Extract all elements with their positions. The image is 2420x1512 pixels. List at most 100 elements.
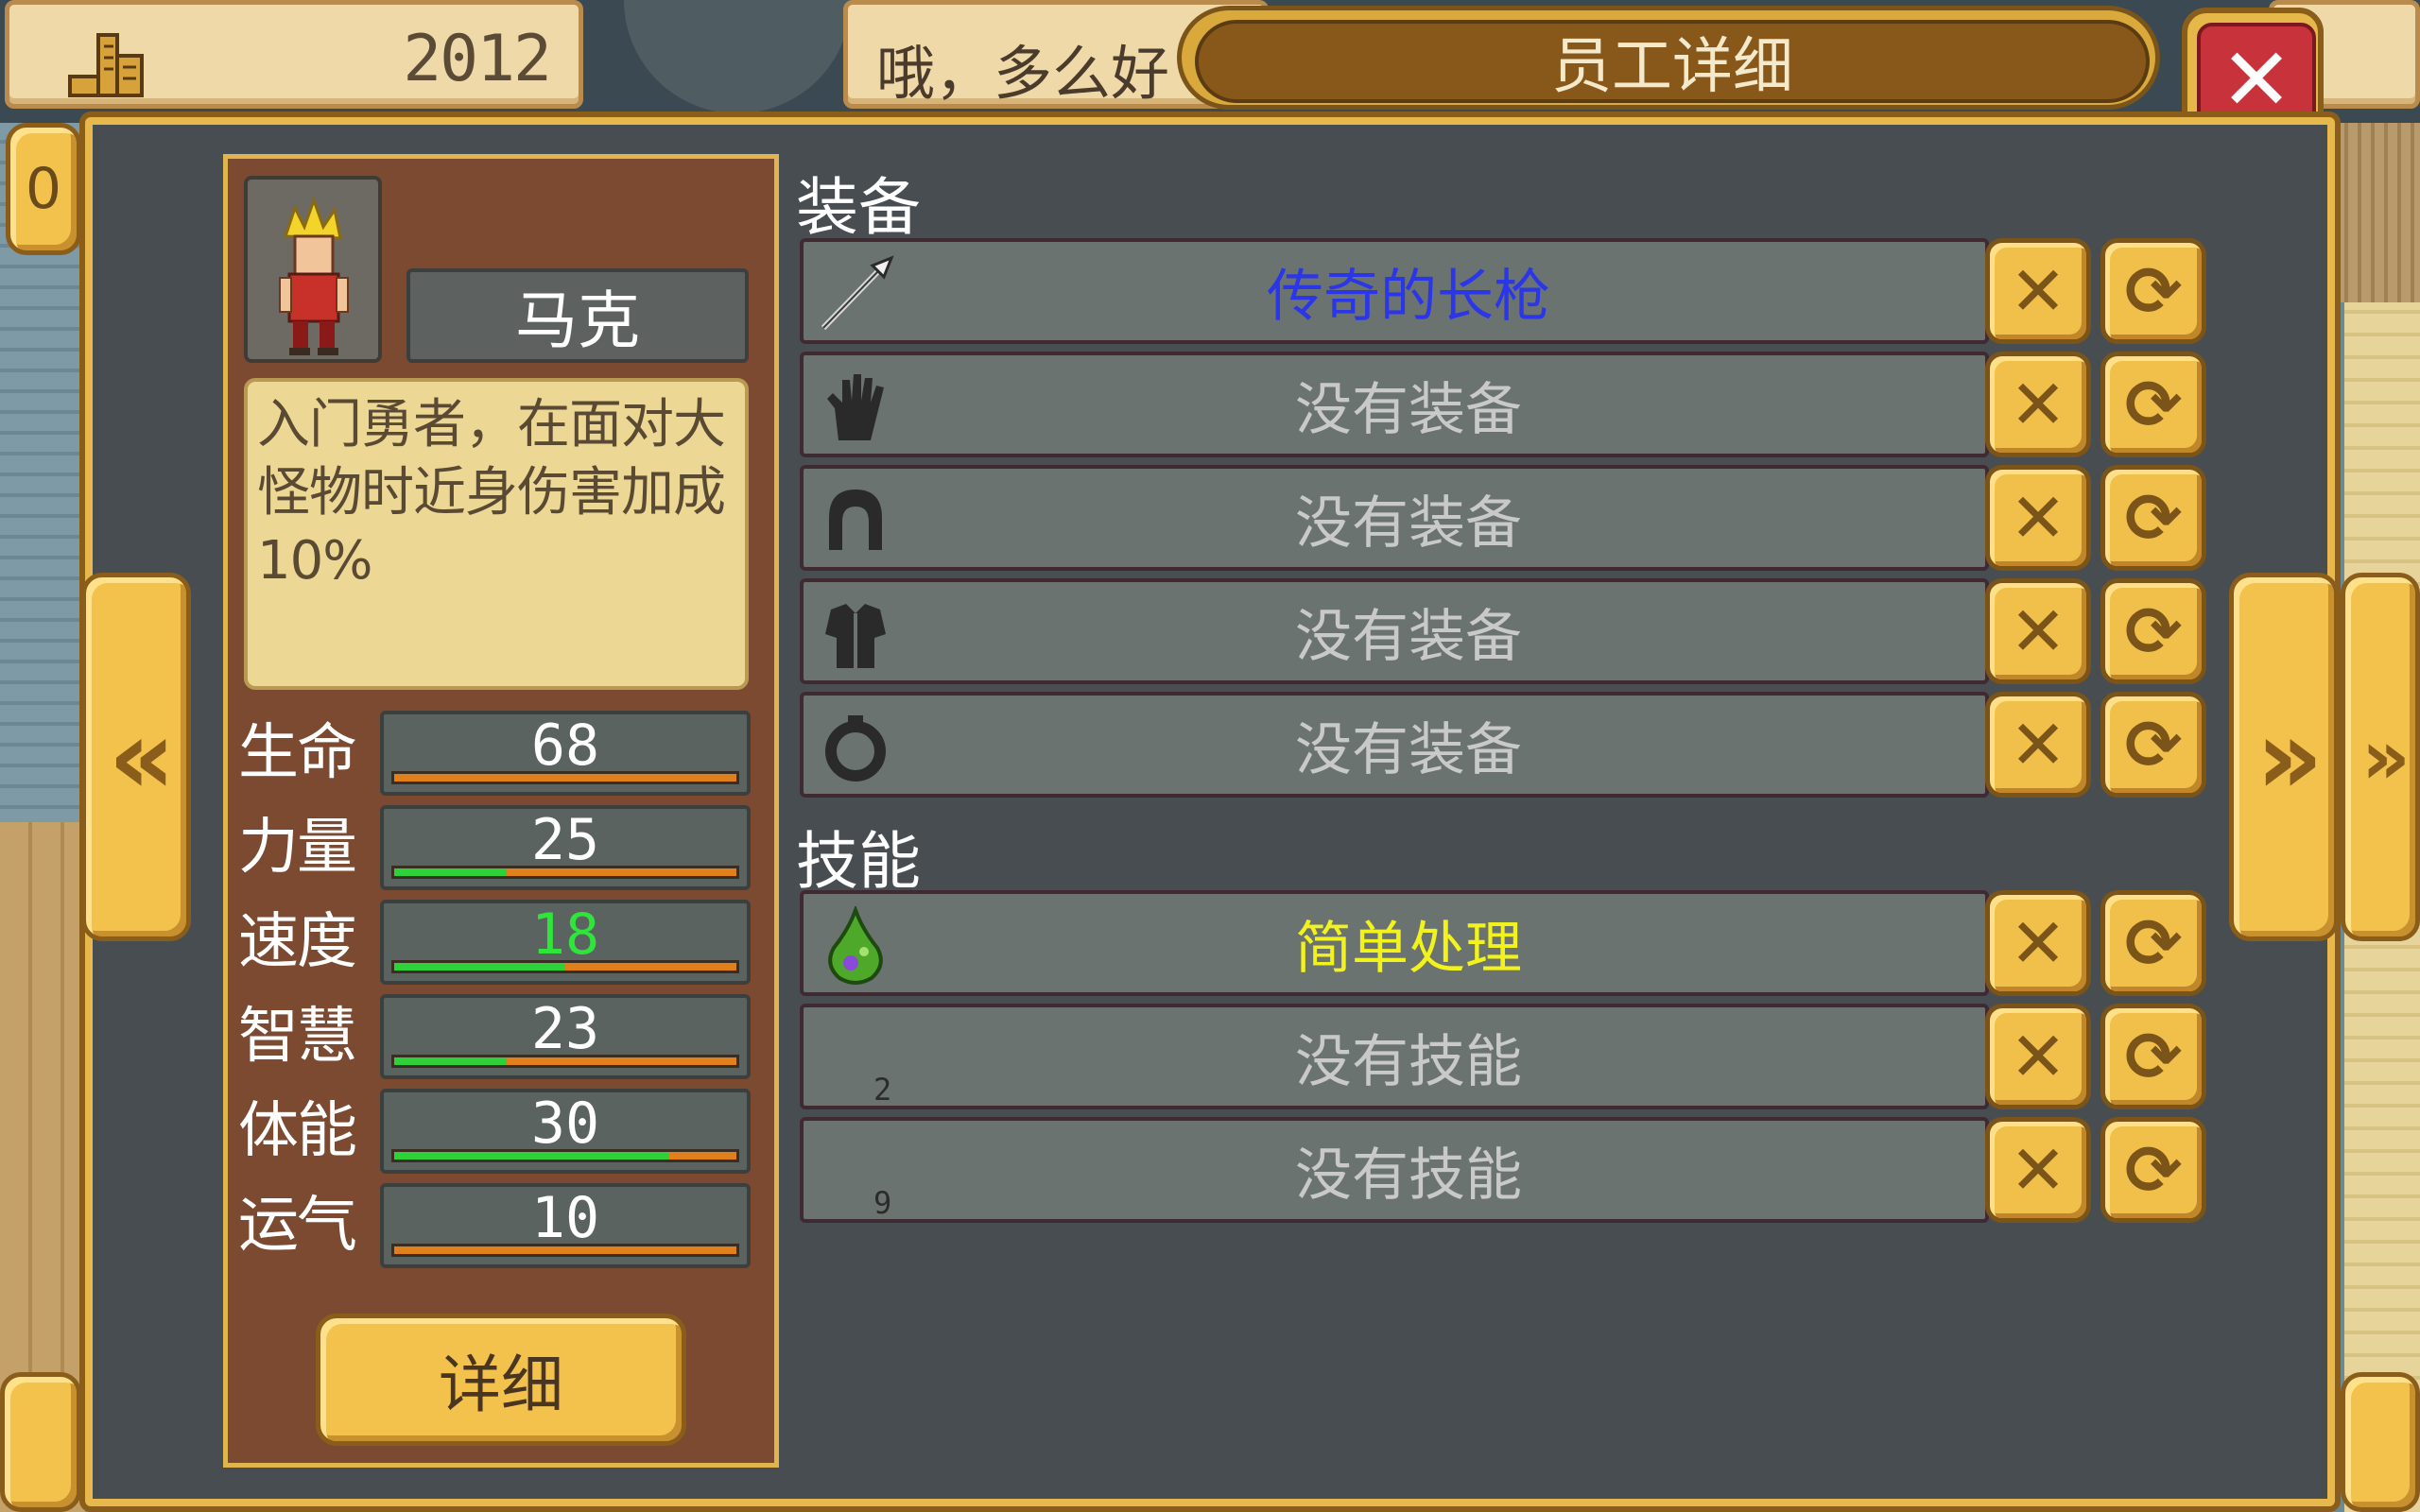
dialog-title-bar: 员工详细 bbox=[1177, 6, 2160, 110]
detail-button-label: 详细 bbox=[439, 1349, 563, 1421]
city-building-icon bbox=[68, 33, 144, 97]
equipment-name-0: 传奇的长枪 bbox=[1267, 263, 1550, 330]
remove-x-icon: ✕ bbox=[2009, 478, 2067, 558]
stat-bar-0 bbox=[391, 771, 739, 784]
equipment-remove-button-3[interactable]: ✕ bbox=[1985, 578, 2091, 684]
swap-icon: ⟳ bbox=[2124, 903, 2183, 983]
equipment-row-3[interactable]: 没有装备 bbox=[800, 578, 1989, 684]
double-chevron-left-icon: « bbox=[108, 696, 175, 817]
year-box: 2012 bbox=[5, 0, 583, 109]
skill-remove-button-2[interactable]: ✕ bbox=[1985, 1117, 2091, 1223]
stat-label-0: 生命 bbox=[238, 718, 357, 788]
skill-row-2[interactable]: 9 没有技能 bbox=[800, 1117, 1989, 1223]
equipment-remove-button-0[interactable]: ✕ bbox=[1985, 238, 2091, 344]
equipment-heading: 装备 bbox=[796, 171, 921, 244]
equipment-swap-button-0[interactable]: ⟳ bbox=[2100, 238, 2206, 344]
stat-box-3: 23 bbox=[380, 994, 751, 1079]
dialog-title: 员工详细 bbox=[1195, 20, 2150, 103]
equipment-remove-button-4[interactable]: ✕ bbox=[1985, 692, 2091, 798]
swap-icon: ⟳ bbox=[2124, 705, 2183, 784]
stat-value-5: 10 bbox=[530, 1185, 600, 1251]
remove-x-icon: ✕ bbox=[2009, 903, 2067, 983]
equipment-row-1[interactable]: 没有装备 bbox=[800, 352, 1989, 457]
stat-value-4: 30 bbox=[530, 1091, 600, 1157]
stat-value-0: 68 bbox=[530, 713, 600, 779]
stat-value-2: 18 bbox=[530, 902, 600, 968]
stat-box-4: 30 bbox=[380, 1089, 751, 1174]
stat-value-1: 25 bbox=[530, 807, 600, 873]
equipment-swap-button-1[interactable]: ⟳ bbox=[2100, 352, 2206, 457]
skill-remove-button-0[interactable]: ✕ bbox=[1985, 890, 2091, 996]
stat-box-2: 18 bbox=[380, 900, 751, 985]
next-edge-tab[interactable]: » bbox=[2341, 573, 2420, 941]
skill-row-1[interactable]: 2 没有技能 bbox=[800, 1004, 1989, 1109]
skill-remove-button-1[interactable]: ✕ bbox=[1985, 1004, 2091, 1109]
equipment-swap-button-4[interactable]: ⟳ bbox=[2100, 692, 2206, 798]
next-employee-button[interactable]: » bbox=[2229, 573, 2339, 941]
equipment-remove-button-2[interactable]: ✕ bbox=[1985, 465, 2091, 571]
remove-x-icon: ✕ bbox=[2009, 251, 2067, 331]
remove-x-icon: ✕ bbox=[2009, 1130, 2067, 1210]
armor-icon bbox=[813, 592, 898, 677]
prev-employee-button[interactable]: « bbox=[81, 573, 191, 941]
hero-sprite-icon bbox=[279, 196, 349, 355]
swap-icon: ⟳ bbox=[2124, 251, 2183, 331]
scene-right-roof bbox=[2335, 123, 2420, 302]
stat-bar-5 bbox=[391, 1244, 739, 1257]
skill-swap-button-1[interactable]: ⟳ bbox=[2100, 1004, 2206, 1109]
skill-swap-button-2[interactable]: ⟳ bbox=[2100, 1117, 2206, 1223]
stat-bar-3 bbox=[391, 1055, 739, 1068]
ring-icon bbox=[813, 705, 898, 790]
chevron-right-icon: » bbox=[2361, 713, 2411, 801]
stat-label-3: 智慧 bbox=[238, 1002, 357, 1072]
skill-name-0: 简单处理 bbox=[1295, 915, 1522, 982]
skill-name-1: 没有技能 bbox=[1295, 1028, 1522, 1095]
left-bottom-tab bbox=[0, 1372, 81, 1512]
equipment-row-4[interactable]: 没有装备 bbox=[800, 692, 1989, 798]
stat-box-1: 25 bbox=[380, 805, 751, 890]
stat-value-3: 23 bbox=[530, 996, 600, 1062]
remove-x-icon: ✕ bbox=[2009, 365, 2067, 444]
equipment-name-3: 没有装备 bbox=[1295, 603, 1522, 670]
helmet-icon bbox=[813, 478, 898, 563]
stat-label-2: 速度 bbox=[238, 907, 357, 977]
stat-bar-fill-1 bbox=[394, 868, 508, 876]
detail-button[interactable]: 详细 bbox=[316, 1314, 686, 1446]
skill-empty-icon bbox=[813, 1130, 898, 1215]
swap-icon: ⟳ bbox=[2124, 478, 2183, 558]
skill-empty-icon bbox=[813, 1017, 898, 1102]
equipment-remove-button-1[interactable]: ✕ bbox=[1985, 352, 2091, 457]
equipment-name-2: 没有装备 bbox=[1295, 490, 1522, 557]
skill-swap-button-0[interactable]: ⟳ bbox=[2100, 890, 2206, 996]
skill-row-0[interactable]: 简单处理 bbox=[800, 890, 1989, 996]
potion-icon bbox=[813, 903, 898, 988]
character-name: 马克 bbox=[406, 268, 749, 363]
stat-label-5: 运气 bbox=[238, 1191, 357, 1261]
stat-box-0: 68 bbox=[380, 711, 751, 796]
stat-bar-1 bbox=[391, 866, 739, 879]
swap-icon: ⟳ bbox=[2124, 1017, 2183, 1096]
double-chevron-right-icon: » bbox=[2256, 696, 2323, 817]
stat-label-4: 体能 bbox=[238, 1096, 357, 1166]
stat-label-1: 力量 bbox=[238, 813, 357, 883]
remove-x-icon: ✕ bbox=[2009, 592, 2067, 671]
remove-x-icon: ✕ bbox=[2009, 1017, 2067, 1096]
swap-icon: ⟳ bbox=[2124, 1130, 2183, 1210]
character-description: 入门勇者，在面对大怪物时近身伤害加成10% bbox=[244, 378, 749, 690]
equipment-row-0[interactable]: 传奇的长枪 bbox=[800, 238, 1989, 344]
equipment-row-2[interactable]: 没有装备 bbox=[800, 465, 1989, 571]
equipment-name-4: 没有装备 bbox=[1295, 716, 1522, 783]
swap-icon: ⟳ bbox=[2124, 365, 2183, 444]
swap-icon: ⟳ bbox=[2124, 592, 2183, 671]
skills-heading: 技能 bbox=[796, 825, 921, 898]
stat-bar-4 bbox=[391, 1149, 739, 1162]
glove-icon bbox=[813, 365, 898, 450]
equipment-name-1: 没有装备 bbox=[1295, 376, 1522, 443]
stat-bar-fill-3 bbox=[394, 1057, 508, 1065]
equipment-swap-button-3[interactable]: ⟳ bbox=[2100, 578, 2206, 684]
stat-bar-fill-2 bbox=[394, 963, 565, 971]
equipment-swap-button-2[interactable]: ⟳ bbox=[2100, 465, 2206, 571]
left-edge-counter[interactable]: 0 bbox=[6, 123, 81, 255]
character-portrait bbox=[244, 176, 382, 363]
skill-name-2: 没有技能 bbox=[1295, 1142, 1522, 1209]
